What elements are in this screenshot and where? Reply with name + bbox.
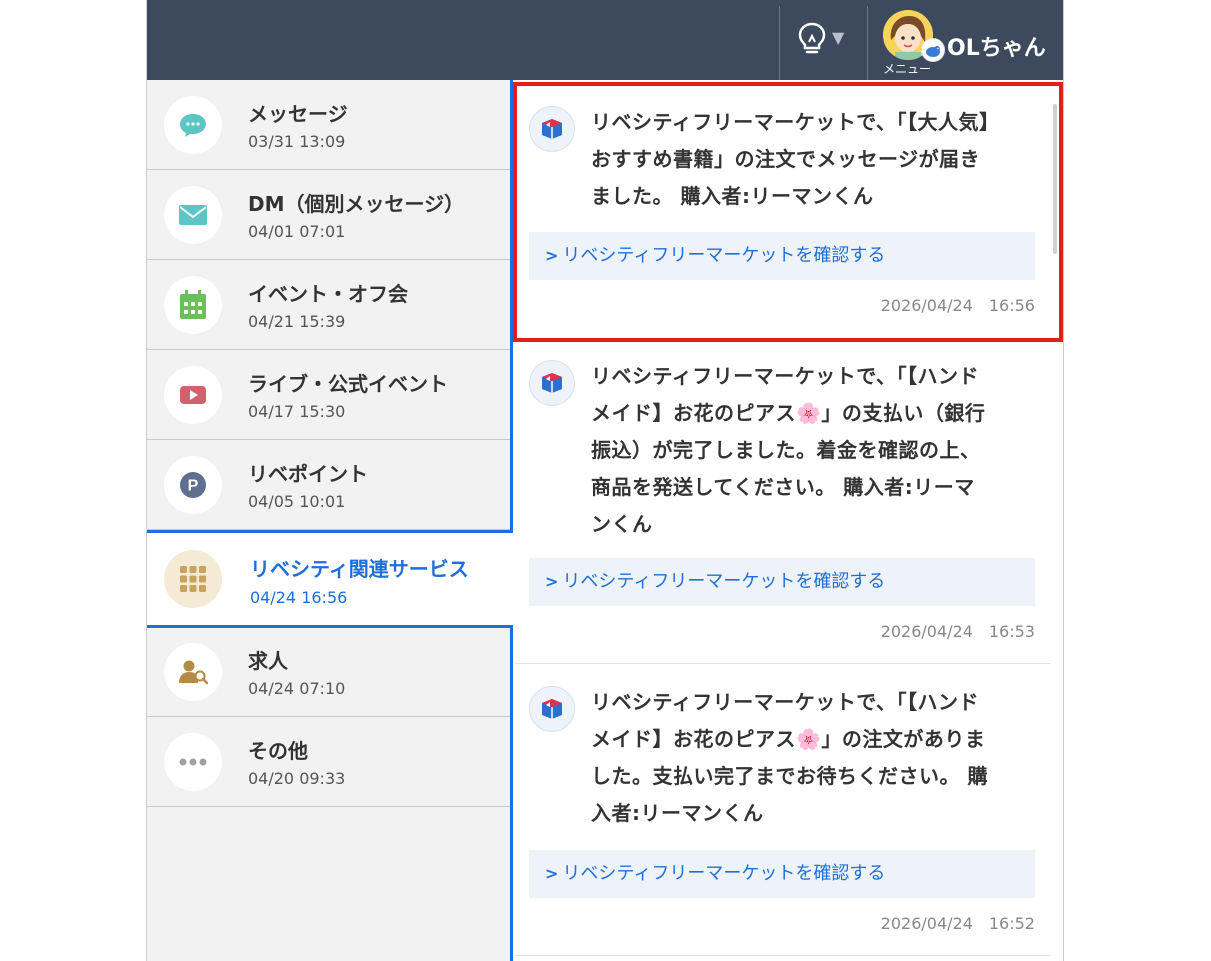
chat-bubble-icon <box>164 96 222 154</box>
notification-line: リベシティフリーマーケットで、「【ハンド <box>591 690 979 714</box>
sidebar-item-events[interactable]: イベント・オフ会 04/21 15:39 <box>147 260 510 350</box>
category-sidebar: メッセージ 03/31 13:09 DM（個別メッセージ） 04/01 07:0… <box>147 80 513 961</box>
sidebar-item-date: 04/01 07:01 <box>248 222 346 241</box>
notification-message: リベシティフリーマーケットで、「【ハンド メイド】お花のピアス🌸」の支払い（銀行… <box>591 358 1037 543</box>
notification-line: ンくん <box>591 512 653 536</box>
flea-market-box-icon <box>529 106 575 152</box>
notification-line: メイド】お花のピアス🌸」の支払い（銀行 <box>591 401 986 425</box>
sidebar-item-date: 03/31 13:09 <box>248 132 346 151</box>
user-menu-button[interactable]: OLちゃん メニュー <box>877 6 1057 78</box>
link-label: リベシティフリーマーケットを確認する <box>562 863 886 884</box>
header-divider <box>779 6 780 80</box>
svg-text:P: P <box>188 478 199 495</box>
sidebar-item-date: 04/24 07:10 <box>248 679 346 698</box>
sidebar-item-title: その他 <box>248 739 308 763</box>
notification-line: 振込）が完了しました。着金を確認の上、 <box>591 438 981 462</box>
flea-market-box-icon <box>529 360 575 406</box>
play-video-icon <box>164 366 222 424</box>
notification-line: おすすめ書籍」の注文でメッセージが届き <box>591 147 981 171</box>
menu-label: メニュー <box>883 62 932 76</box>
more-dots-icon <box>164 733 222 791</box>
notification-line: リベシティフリーマーケットで、「【大人気】 <box>591 110 1000 134</box>
notification-line: ました。 購入者:リーマンくん <box>591 184 874 208</box>
chevron-right-icon: > <box>545 572 559 591</box>
scrollbar[interactable] <box>1053 104 1057 254</box>
sidebar-item-title: 求人 <box>248 649 288 673</box>
lightbulb-icon <box>798 22 826 54</box>
flea-market-box-icon <box>529 686 575 732</box>
header-divider <box>867 6 868 80</box>
user-name: OLちゃん <box>947 36 1046 61</box>
chevron-right-icon: > <box>545 864 559 883</box>
sidebar-item-date: 04/21 15:39 <box>248 312 346 331</box>
sidebar-item-title: ライブ・公式イベント <box>248 372 448 396</box>
top-header: ▼ OLちゃん メニュー <box>147 0 1063 80</box>
link-label: リベシティフリーマーケットを確認する <box>562 245 886 266</box>
point-p-icon: P <box>164 456 222 514</box>
notification-time: 2026/04/24 16:53 <box>880 622 1035 641</box>
notification-message: リベシティフリーマーケットで、「【ハンド メイド】お花のピアス🌸」の注文がありま… <box>591 684 1037 832</box>
badge-icon <box>921 38 945 62</box>
notification-time: 2026/04/24 16:56 <box>880 296 1035 315</box>
chevron-right-icon: > <box>545 246 559 265</box>
link-label: リベシティフリーマーケットを確認する <box>562 571 886 592</box>
sidebar-item-other[interactable]: その他 04/20 09:33 <box>147 717 510 807</box>
open-flea-market-link[interactable]: > リベシティフリーマーケットを確認する <box>529 850 1035 898</box>
notification-line: メイド】お花のピアス🌸」の注文がありま <box>591 727 986 751</box>
notification-line: した。支払い完了までお待ちください。 購 <box>591 764 988 788</box>
sidebar-item-title: メッセージ <box>248 102 348 126</box>
open-flea-market-link[interactable]: > リベシティフリーマーケットを確認する <box>529 232 1035 280</box>
notification-time: 2026/04/24 16:52 <box>880 914 1035 933</box>
grid-apps-icon <box>164 550 222 608</box>
sidebar-item-points[interactable]: P リベポイント 04/05 10:01 <box>147 440 510 530</box>
sidebar-item-date: 04/20 09:33 <box>248 769 346 788</box>
sidebar-item-dm[interactable]: DM（個別メッセージ） 04/01 07:01 <box>147 170 510 260</box>
notification-message: リベシティフリーマーケットで、「【大人気】 おすすめ書籍」の注文でメッセージが届… <box>591 104 1037 215</box>
sidebar-item-messages[interactable]: メッセージ 03/31 13:09 <box>147 80 510 170</box>
notification-line: 商品を発送してください。 購入者:リーマ <box>591 475 975 499</box>
sidebar-item-live[interactable]: ライブ・公式イベント 04/17 15:30 <box>147 350 510 440</box>
envelope-icon <box>164 186 222 244</box>
tips-dropdown-button[interactable]: ▼ <box>789 18 861 62</box>
sidebar-item-title: リベシティ関連サービス <box>250 557 469 581</box>
notification-line: 入者:リーマンくん <box>591 801 764 825</box>
notification-list: リベシティフリーマーケットで、「【大人気】 おすすめ書籍」の注文でメッセージが届… <box>513 80 1063 961</box>
notification-item[interactable]: リベシティフリーマーケットで、「【大人気】 おすすめ書籍」の注文でメッセージが届… <box>513 82 1063 342</box>
notification-item[interactable]: リベシティフリーマーケットで、「【ハンド メイド】お花のピアス🌸」の支払い（銀行… <box>515 342 1051 664</box>
calendar-icon <box>164 276 222 334</box>
chevron-down-icon: ▼ <box>832 28 845 47</box>
sidebar-item-date: 04/17 15:30 <box>248 402 346 421</box>
app-window: ▼ OLちゃん メニュー メッセージ 03/31 13:09 DM（個別メッセー… <box>146 0 1064 961</box>
sidebar-item-date: 04/05 10:01 <box>248 492 346 511</box>
sidebar-item-jobs[interactable]: 求人 04/24 07:10 <box>147 627 510 717</box>
notification-line: リベシティフリーマーケットで、「【ハンド <box>591 364 979 388</box>
open-flea-market-link[interactable]: > リベシティフリーマーケットを確認する <box>529 558 1035 606</box>
sidebar-item-title: イベント・オフ会 <box>248 282 408 306</box>
sidebar-item-date: 04/24 16:56 <box>250 588 348 607</box>
person-search-icon <box>164 643 222 701</box>
sidebar-item-related-services[interactable]: リベシティ関連サービス 04/24 16:56 <box>147 530 513 628</box>
sidebar-item-title: リベポイント <box>248 462 368 486</box>
sidebar-item-title: DM（個別メッセージ） <box>248 192 465 216</box>
notification-item[interactable]: リベシティフリーマーケットで、「【ハンド メイド】お花のピアス🌸」の注文がありま… <box>515 664 1051 956</box>
